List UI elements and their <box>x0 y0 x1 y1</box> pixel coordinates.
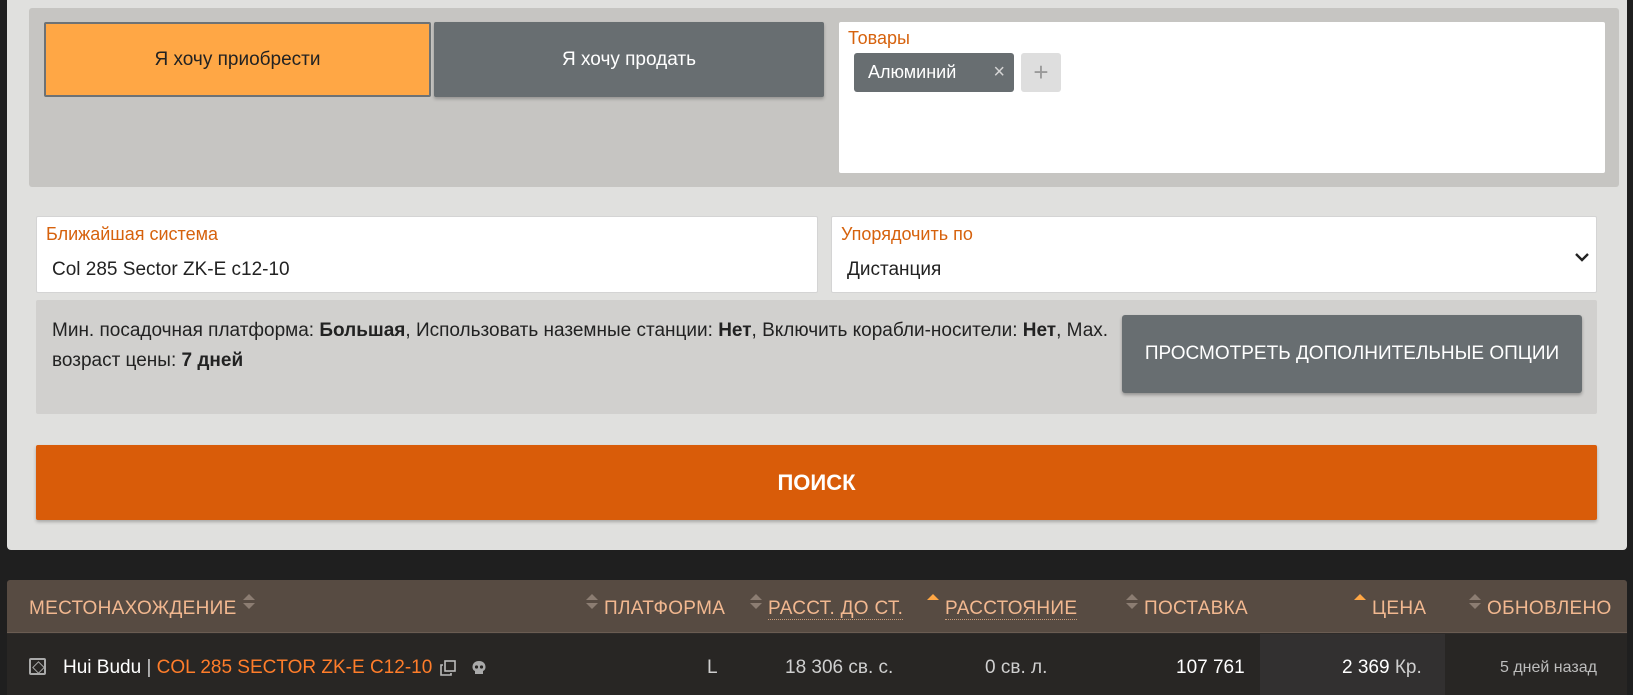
carriers-option-value: Нет <box>1022 320 1057 341</box>
remove-goods-icon[interactable]: × <box>993 61 1005 84</box>
chevron-down-icon[interactable] <box>1572 247 1592 267</box>
buy-mode-button[interactable]: Я хочу приобрести <box>44 22 431 97</box>
pad-option-value: Большая <box>319 320 406 341</box>
sort-icon <box>1126 593 1138 610</box>
nearest-system-field[interactable]: Ближайшая система Col 285 Sector ZK-E c1… <box>36 216 818 293</box>
col-supply[interactable]: ПОСТАВКА <box>1126 593 1248 620</box>
sort-icon <box>1469 593 1481 610</box>
skull-icon <box>472 661 486 674</box>
mode-and-goods-panel: Я хочу приобрести Я хочу продать Товары … <box>29 8 1619 187</box>
nearest-system-label: Ближайшая система <box>46 224 218 244</box>
price-value: 2 369 <box>1342 657 1390 678</box>
goods-label: Товары <box>848 28 910 48</box>
col-location[interactable]: МЕСТОНАХОЖДЕНИЕ <box>29 593 255 620</box>
results-table: МЕСТОНАХОЖДЕНИЕ ПЛАТФОРМА РАССТ. ДО СТ. … <box>7 580 1627 695</box>
add-goods-button[interactable]: + <box>1021 53 1061 92</box>
copy-icon[interactable] <box>440 660 456 676</box>
sort-icon <box>586 593 598 610</box>
pad-cell: L <box>707 657 718 678</box>
goods-chip-label: Алюминий <box>868 62 957 82</box>
sort-icon <box>750 593 762 610</box>
search-button[interactable]: ПОИСК <box>36 445 1597 520</box>
col-dist-to-star[interactable]: РАССТ. ДО СТ. <box>750 593 904 620</box>
col-price[interactable]: ЦЕНА <box>1354 593 1427 620</box>
distance-cell: 0 св. л. <box>985 657 1048 678</box>
col-updated[interactable]: ОБНОВЛЕНО <box>1469 593 1612 620</box>
station-name[interactable]: Hui Budu <box>63 657 141 678</box>
options-text: Мин. посадочная платформа: Большая, Испо… <box>52 320 1109 371</box>
updated-cell: 5 дней назад <box>1500 659 1597 676</box>
dist-to-star-cell: 18 306 св. с. <box>785 657 894 678</box>
more-options-button[interactable]: ПРОСМОТРЕТЬ ДОПОЛНИТЕЛЬНЫЕ ОПЦИИ <box>1122 315 1582 393</box>
sort-icon <box>242 593 255 610</box>
order-by-select[interactable]: Упорядочить по Дистанция <box>831 216 1597 293</box>
col-pad[interactable]: ПЛАТФОРМА <box>586 593 726 620</box>
age-option-value: 7 дней <box>181 350 244 371</box>
goods-field[interactable]: Товары Алюминий × + <box>839 22 1605 173</box>
station-icon <box>29 658 46 675</box>
col-location-label: МЕСТОНАХОЖДЕНИЕ <box>29 598 237 619</box>
goods-chip: Алюминий × <box>854 53 1014 92</box>
col-distance[interactable]: РАССТОЯНИЕ <box>927 593 1078 620</box>
table-row[interactable]: Hui Budu | COL 285 SECTOR ZK-E C12-10 L … <box>7 634 1627 695</box>
col-supply-label: ПОСТАВКА <box>1144 598 1248 619</box>
order-by-value[interactable]: Дистанция <box>847 259 941 281</box>
col-pad-label: ПЛАТФОРМА <box>604 598 726 619</box>
location-cell: Hui Budu | COL 285 SECTOR ZK-E C12-10 <box>63 657 432 679</box>
col-price-label: ЦЕНА <box>1372 598 1427 619</box>
system-link[interactable]: COL 285 SECTOR ZK-E C12-10 <box>157 657 433 678</box>
col-dist-to-star-label: РАССТ. ДО СТ. <box>768 598 904 620</box>
carriers-option-label: Включить корабли-носители: <box>762 320 1018 341</box>
search-options-summary: Мин. посадочная платформа: Большая, Испо… <box>36 300 1597 414</box>
nearest-system-input[interactable]: Col 285 Sector ZK-E c12-10 <box>52 259 290 281</box>
sell-mode-button[interactable]: Я хочу продать <box>434 22 824 97</box>
price-cell: 2 369 Кр. <box>1342 657 1422 679</box>
sort-asc-icon <box>927 593 939 610</box>
location-separator: | <box>146 657 152 678</box>
supply-cell: 107 761 <box>1176 657 1245 678</box>
price-unit: Кр. <box>1394 657 1422 678</box>
surface-option-label: Использовать наземные станции: <box>415 320 713 341</box>
order-by-label: Упорядочить по <box>841 224 973 244</box>
surface-option-value: Нет <box>718 320 752 341</box>
col-distance-label: РАССТОЯНИЕ <box>945 598 1078 620</box>
pad-option-label: Мин. посадочная платформа: <box>52 320 315 341</box>
col-updated-label: ОБНОВЛЕНО <box>1487 598 1612 619</box>
table-header: МЕСТОНАХОЖДЕНИЕ ПЛАТФОРМА РАССТ. ДО СТ. … <box>7 580 1627 633</box>
sort-asc-icon <box>1354 593 1366 610</box>
